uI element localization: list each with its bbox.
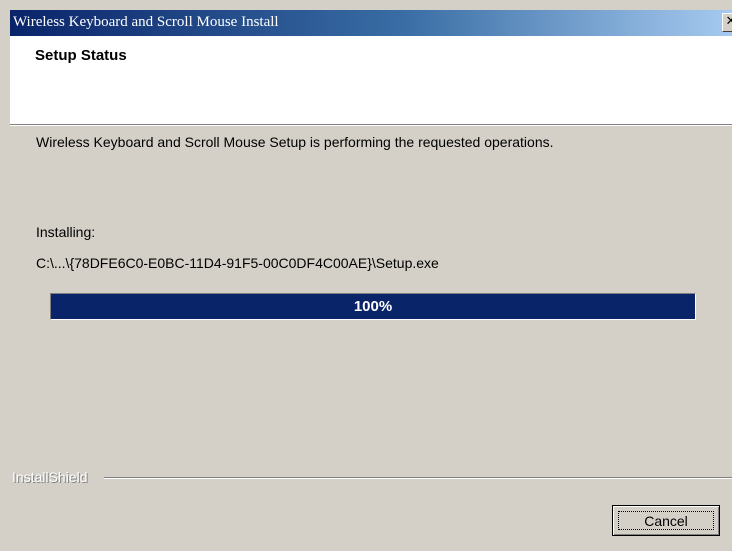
installing-label: Installing: — [36, 224, 96, 240]
current-file-path: C:\...\{78DFE6C0-E0BC-11D4-91F5-00C0DF4C… — [36, 255, 439, 271]
header-divider — [10, 124, 732, 126]
close-icon: ✕ — [725, 14, 732, 29]
progress-percent-label: 100% — [353, 298, 393, 315]
title-bar[interactable]: Wireless Keyboard and Scroll Mouse Insta… — [10, 10, 732, 36]
progress-bar: 100% — [50, 293, 696, 320]
window-title: Wireless Keyboard and Scroll Mouse Insta… — [13, 14, 279, 30]
header-panel: Setup Status — [10, 36, 732, 124]
page-title: Setup Status — [35, 47, 127, 64]
cancel-button-label: Cancel — [618, 511, 714, 530]
installshield-brand-label: InstallShield — [12, 469, 88, 485]
footer-divider — [104, 477, 732, 479]
installer-dialog: Wireless Keyboard and Scroll Mouse Insta… — [0, 0, 732, 551]
status-message: Wireless Keyboard and Scroll Mouse Setup… — [36, 134, 554, 150]
close-button[interactable]: ✕ — [722, 13, 732, 32]
cancel-button[interactable]: Cancel — [612, 505, 720, 536]
